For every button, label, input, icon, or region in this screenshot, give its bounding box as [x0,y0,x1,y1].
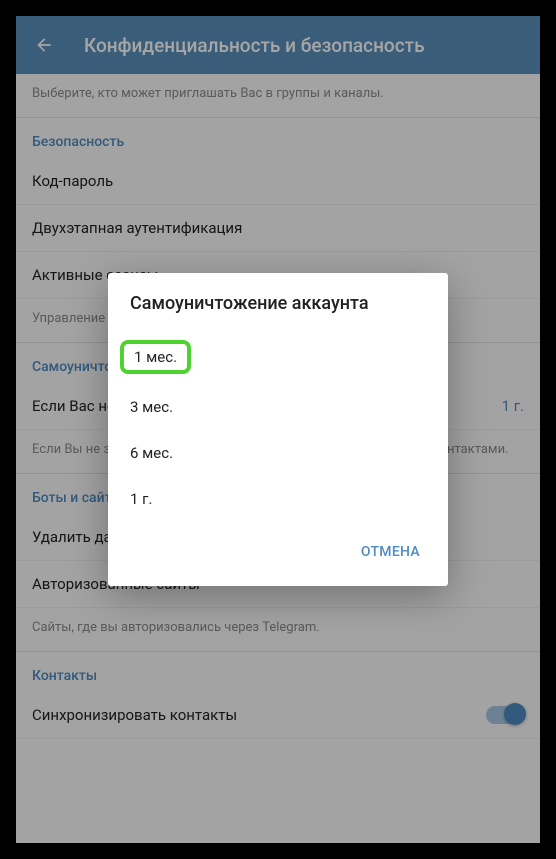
dialog-scrim[interactable]: Самоуничтожение аккаунта 1 мес. 3 мес. 6… [16,16,540,843]
option-1-month[interactable]: 1 мес. [130,330,426,384]
cancel-button[interactable]: ОТМЕНА [349,534,432,570]
dialog-title: Самоуничтожение аккаунта [108,273,448,322]
option-1-year[interactable]: 1 г. [130,476,426,522]
option-6-months[interactable]: 6 мес. [130,430,426,476]
option-3-months[interactable]: 3 мес. [130,384,426,430]
selfdestruct-dialog: Самоуничтожение аккаунта 1 мес. 3 мес. 6… [108,273,448,586]
